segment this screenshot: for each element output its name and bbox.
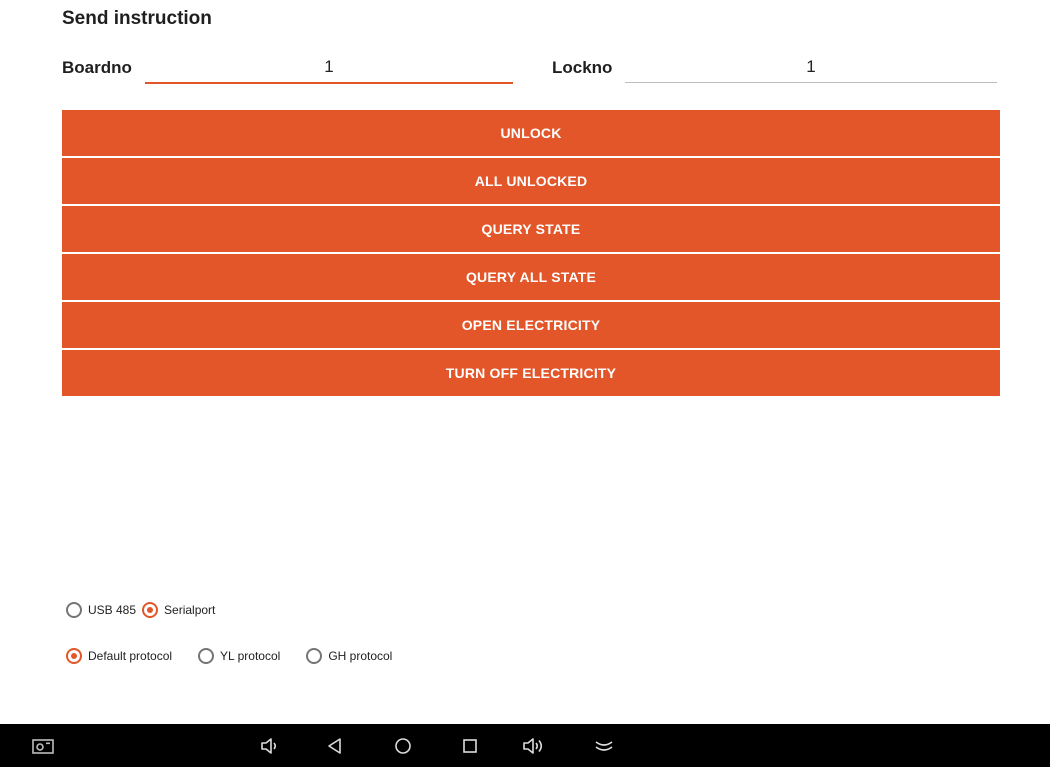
command-buttons: UNLOCK ALL UNLOCKED QUERY STATE QUERY AL… [62,110,1000,398]
protocol-option-label: YL protocol [220,649,281,663]
query-state-button[interactable]: QUERY STATE [62,206,1000,252]
volume-down-icon[interactable] [256,732,284,760]
unlock-button[interactable]: UNLOCK [62,110,1000,156]
volume-up-icon[interactable] [520,732,548,760]
boardno-label: Boardno [62,58,132,77]
port-option-serialport[interactable]: Serialport [142,602,215,618]
radio-unchecked-icon [66,602,82,618]
turn-off-electricity-button[interactable]: TURN OFF ELECTRICITY [62,350,1000,396]
protocol-option-label: Default protocol [88,649,173,663]
hide-navbar-icon[interactable] [590,732,618,760]
protocol-option-label: GH protocol [328,649,393,663]
port-option-label: Serialport [164,603,216,617]
lockno-row: Lockno [525,52,1050,84]
port-option-label: USB 485 [88,603,137,617]
home-icon[interactable] [389,732,417,760]
protocol-option-gh[interactable]: GH protocol [306,648,392,664]
protocol-option-yl[interactable]: YL protocol [198,648,280,664]
protocol-option-default[interactable]: Default protocol [66,648,172,664]
app-screen: Send instruction Boardno Lockno UNLOCK A… [0,0,1050,767]
open-electricity-button[interactable]: OPEN ELECTRICITY [62,302,1000,348]
recents-icon[interactable] [456,732,484,760]
screenshot-icon[interactable] [29,732,57,760]
radio-unchecked-icon [306,648,323,664]
boardno-input[interactable] [145,52,513,84]
system-navigation-bar [0,724,1050,767]
radio-unchecked-icon [198,648,215,664]
lockno-input[interactable] [625,52,997,83]
lockno-label: Lockno [552,58,613,77]
boardno-row: Boardno [0,52,525,84]
radio-checked-icon [66,648,82,664]
radio-checked-icon [142,602,159,618]
all-unlocked-button[interactable]: ALL UNLOCKED [62,158,1000,204]
back-icon[interactable] [321,732,349,760]
protocol-radio-group: Default protocol YL protocol GH protocol [66,648,418,664]
page-title: Send instruction [62,8,212,29]
port-option-usb485[interactable]: USB 485 [66,602,136,618]
query-all-state-button[interactable]: QUERY ALL STATE [62,254,1000,300]
port-radio-group: USB 485 Serialport [66,602,241,618]
